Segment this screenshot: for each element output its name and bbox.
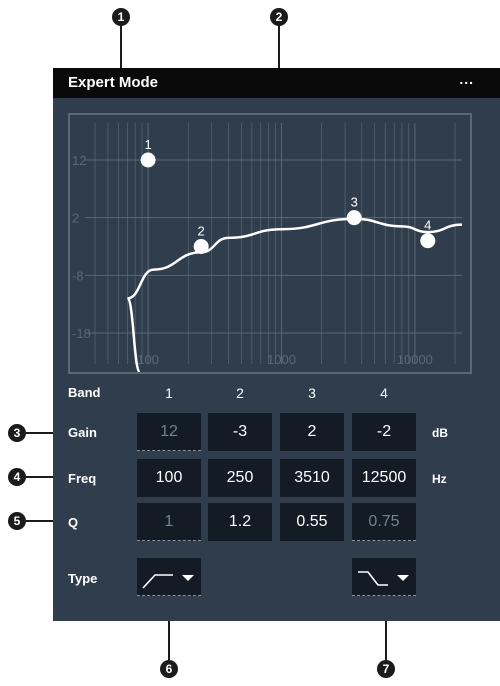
band-label: Band [68, 385, 101, 400]
gain-label: Gain [68, 425, 97, 440]
callout-4: 4 [8, 468, 26, 486]
window-title: Expert Mode [68, 74, 159, 91]
band-node-label-3: 3 [351, 195, 358, 210]
callout-1-leader [120, 26, 122, 70]
gain-unit: dB [432, 426, 448, 440]
callout-7: 7 [377, 660, 395, 678]
gain-field-band-1[interactable]: 12 [137, 413, 201, 451]
y-tick-label: -18 [72, 326, 91, 341]
q-field-band-3[interactable]: 0.55 [280, 503, 344, 541]
title-bar: Expert Mode ... [53, 68, 500, 98]
gain-field-band-3[interactable]: 2 [280, 413, 344, 451]
callout-6: 6 [160, 660, 178, 678]
band-header-4: 4 [380, 385, 388, 401]
band-node-label-2: 2 [198, 224, 205, 239]
type-select-band-1[interactable] [137, 558, 201, 596]
freq-unit: Hz [432, 472, 447, 486]
freq-label: Freq [68, 471, 97, 486]
type-label: Type [68, 571, 98, 586]
more-menu-icon[interactable]: ... [459, 71, 474, 87]
y-tick-label: 12 [72, 153, 86, 168]
q-field-band-4[interactable]: 0.75 [352, 503, 416, 541]
callout-5: 5 [8, 512, 26, 530]
band-node-4[interactable] [420, 233, 436, 249]
band-header-1: 1 [165, 385, 173, 401]
band-node-2[interactable] [193, 239, 209, 254]
freq-field-band-3[interactable]: 3510 [280, 459, 344, 497]
x-tick-label: 10000 [397, 352, 433, 367]
y-tick-label: -8 [72, 268, 84, 283]
q-label: Q [68, 515, 79, 530]
high-cut-filter-icon [358, 571, 409, 586]
eq-graph-svg: 122-8-18100 1000 100001234 [72, 123, 463, 374]
callout-1: 1 [112, 8, 130, 26]
x-tick-label: 1000 [267, 352, 296, 367]
eq-graph[interactable]: 12 2 -8 -18 100 1000 10000 1 2 3 4 [68, 113, 472, 374]
freq-field-band-4[interactable]: 12500 [352, 459, 416, 497]
expert-mode-panel: Expert Mode ... 12 2 -8 -18 100 1000 10000 1 2 3 4… [53, 68, 500, 621]
band-header-2: 2 [236, 385, 244, 401]
band-node-3[interactable] [346, 210, 362, 226]
band-node-1[interactable] [140, 152, 156, 168]
callout-3: 3 [8, 424, 26, 442]
x-tick-label: 100 [137, 352, 159, 367]
band-header-3: 3 [308, 385, 316, 401]
freq-field-band-1[interactable]: 100 [137, 459, 201, 497]
band-node-label-1: 1 [144, 137, 151, 152]
y-tick-label: 2 [72, 211, 79, 226]
gain-field-band-2[interactable]: -3 [208, 413, 272, 451]
low-cut-filter-icon [142, 574, 194, 589]
type-select-band-4[interactable] [352, 558, 416, 596]
callout-2: 2 [270, 8, 288, 26]
eq-curve [126, 217, 463, 374]
band-node-label-4: 4 [424, 218, 431, 233]
q-field-band-2[interactable]: 1.2 [208, 503, 272, 541]
q-field-band-1[interactable]: 1 [137, 503, 201, 541]
gain-field-band-4[interactable]: -2 [352, 413, 416, 451]
freq-field-band-2[interactable]: 250 [208, 459, 272, 497]
